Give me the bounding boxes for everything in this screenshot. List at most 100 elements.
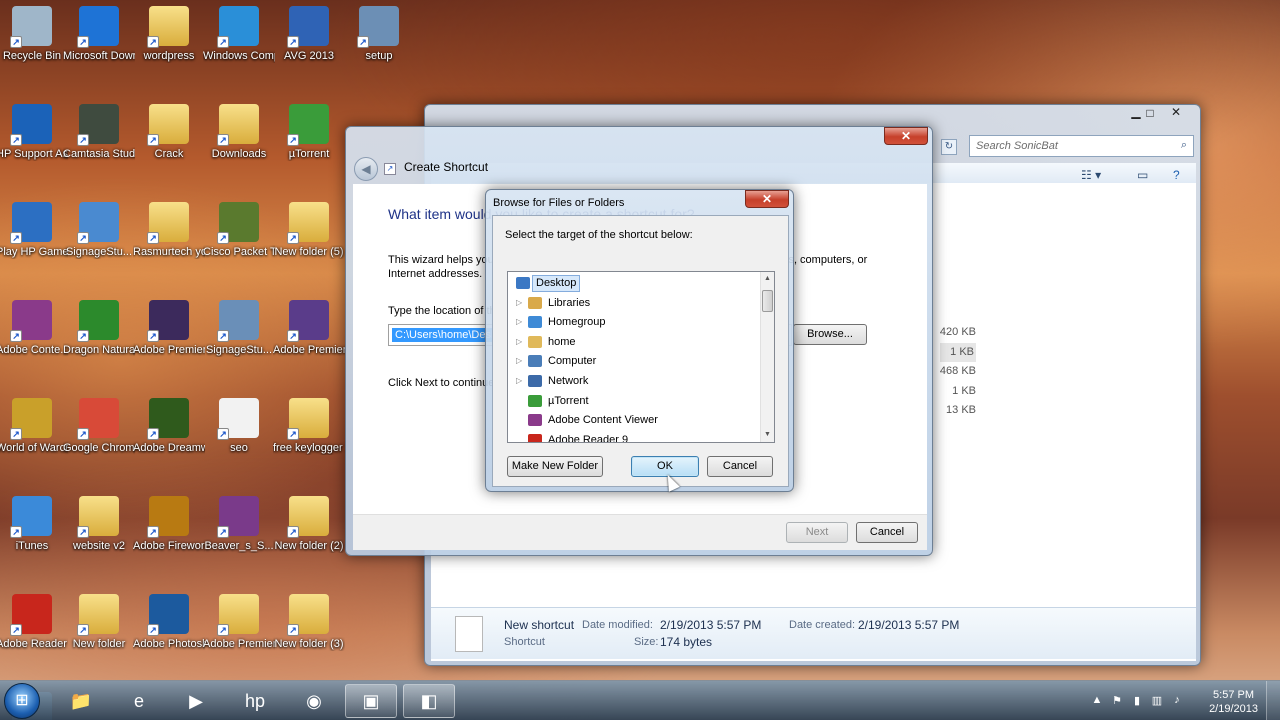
clock[interactable]: 5:57 PM 2/19/2013 xyxy=(1209,688,1258,716)
desktop-icon[interactable]: ↗ SignageStu... xyxy=(63,202,135,259)
desktop-icon[interactable]: ↗ website v2 xyxy=(63,496,135,553)
close-icon[interactable]: ✕ xyxy=(1163,105,1189,123)
view-options-icon[interactable]: ☷ ▾ xyxy=(1081,168,1101,182)
folder-icon: ↗ xyxy=(287,594,329,636)
refresh-icon[interactable]: ↻ xyxy=(941,139,957,155)
show-desktop-button[interactable] xyxy=(1266,681,1280,720)
desktop-icon[interactable]: ↗ Adobe Conte... xyxy=(0,300,68,357)
show-hidden-icons-icon[interactable]: ▲ xyxy=(1090,694,1104,708)
tree-item[interactable]: ▷ home xyxy=(508,333,760,353)
desktop-icon[interactable]: ↗ Microsoft Downlo... xyxy=(63,6,135,63)
desktop-icon[interactable]: ↗ New folder xyxy=(63,594,135,651)
start-button[interactable]: ⊞ xyxy=(4,683,40,719)
desktop-icon[interactable]: ↗ Adobe Premiere P... xyxy=(203,594,275,651)
desktop-icon[interactable]: ↗ Crack xyxy=(133,104,205,161)
wizard-footer: Next Cancel xyxy=(353,514,927,550)
adobe-content-icon: ↗ xyxy=(10,300,52,342)
desktop-icon[interactable]: ↗ Adobe Reader 9 xyxy=(0,594,68,651)
scroll-up-icon[interactable]: ▲ xyxy=(761,272,774,286)
ie-icon[interactable]: e xyxy=(113,684,165,718)
desktop-icon[interactable]: ↗ Adobe Firewor... xyxy=(133,496,205,553)
itunes-icon: ↗ xyxy=(10,496,52,538)
chrome-icon[interactable]: ◉ xyxy=(288,684,340,718)
desktop-icon[interactable]: ↗ Adobe Premiere P... xyxy=(273,300,345,357)
desktop-icon[interactable]: ↗ Dragon NaturallyS... xyxy=(63,300,135,357)
desktop-icon[interactable]: ↗ wordpress xyxy=(133,6,205,63)
desktop-icon[interactable]: ↗ µTorrent xyxy=(273,104,345,161)
desktop-icon[interactable]: ↗ iTunes xyxy=(0,496,68,553)
ok-button[interactable]: OK xyxy=(631,456,699,477)
tree-item[interactable]: Adobe Reader 9 xyxy=(508,431,760,442)
tree-item[interactable]: ▷ Computer xyxy=(508,352,760,372)
desktop-icon[interactable]: ↗ New folder (5) xyxy=(273,202,345,259)
setup-icon: ↗ xyxy=(357,6,399,48)
search-input[interactable]: Search SonicBat ⌕ xyxy=(969,135,1194,157)
volume-icon[interactable]: ♪ xyxy=(1170,694,1184,708)
dragon-icon: ↗ xyxy=(77,300,119,342)
desktop-icon[interactable]: ↗ SignageStu... xyxy=(203,300,275,357)
tree-item[interactable]: Desktop xyxy=(508,274,760,294)
desktop-icon[interactable]: ↗ New folder (3) xyxy=(273,594,345,651)
desktop-icon[interactable]: ↗ Adobe Photoshop... xyxy=(133,594,205,651)
desktop-icon[interactable]: ↗ HP Support Assistant xyxy=(0,104,68,161)
desktop-icon[interactable]: ↗ Cisco Packet Tracer xyxy=(203,202,275,259)
desktop-icon[interactable]: ↗ seo xyxy=(203,398,275,455)
expand-arrow-icon[interactable]: ▷ xyxy=(516,372,522,390)
back-arrow-icon[interactable]: ◀ xyxy=(354,157,378,181)
network-icon[interactable]: ▥ xyxy=(1150,694,1164,708)
action-center-icon[interactable]: ⚑ xyxy=(1110,694,1124,708)
desktop-icon[interactable]: ↗ Windows Compatibi... xyxy=(203,6,275,63)
premiere-icon: ↗ xyxy=(147,300,189,342)
folder-tree[interactable]: Adobe Reader 9 Adobe Content Viewer µTorre… xyxy=(507,271,775,443)
desktop-icon[interactable]: ↗ AVG 2013 xyxy=(273,6,345,63)
desktop-icon[interactable]: ↗ Beaver_s_S... xyxy=(203,496,275,553)
help-icon[interactable]: ? xyxy=(1173,168,1180,182)
desktop-icon-label: Adobe Premiere P... xyxy=(203,638,275,650)
shortcut-arrow-icon: ↗ xyxy=(77,134,89,146)
make-new-folder-button[interactable]: Make New Folder xyxy=(507,456,603,477)
desktop-icon[interactable]: ↗ Google Chrome xyxy=(63,398,135,455)
taskbar: ⊞ 📁 e ▶ hp ◉ ▣ ◧ ▲ ⚑ ▮ ▥ ♪ 5:57 PM 2/19/2013 xyxy=(0,680,1280,720)
desktop-icon xyxy=(516,277,530,289)
desktop-icon[interactable]: ↗ free keylogger 2 xyxy=(273,398,345,455)
camtasia-recorder-icon[interactable]: ◧ xyxy=(403,684,455,718)
desktop-icon[interactable]: ↗ Rasmurtech youtube v... xyxy=(133,202,205,259)
desktop-icon[interactable]: ↗ World of Warcraft xyxy=(0,398,68,455)
desktop-icon[interactable]: ↗ Play HP Games xyxy=(0,202,68,259)
shortcut-arrow-icon: ↗ xyxy=(147,36,159,48)
cancel-button[interactable]: Cancel xyxy=(856,522,918,543)
desktop-icon[interactable]: ↗ Recycle Bin xyxy=(0,6,68,63)
camtasia-icon[interactable]: ▣ xyxy=(345,684,397,718)
close-icon[interactable]: ✕ xyxy=(884,127,928,145)
scroll-thumb[interactable] xyxy=(762,290,773,312)
browse-dialog[interactable]: Browse for Files or Folders ✕ Select the… xyxy=(485,189,794,492)
expand-arrow-icon[interactable]: ▷ xyxy=(516,333,522,351)
desktop-icon[interactable]: ↗ New folder (2) xyxy=(273,496,345,553)
hp-icon[interactable]: hp xyxy=(229,684,281,718)
tree-item[interactable]: ▷ Homegroup xyxy=(508,313,760,333)
expand-arrow-icon[interactable]: ▷ xyxy=(516,313,522,331)
desktop-icon[interactable]: ↗ Adobe Dreamwea... xyxy=(133,398,205,455)
desktop-icon[interactable]: ↗ Adobe Premiere P... xyxy=(133,300,205,357)
desktop-icon[interactable]: ↗ setup xyxy=(343,6,415,63)
desktop-icon[interactable]: ↗ Downloads xyxy=(203,104,275,161)
next-button[interactable]: Next xyxy=(786,522,848,543)
desktop-icon[interactable]: ↗ Camtasia Studio 8 xyxy=(63,104,135,161)
vertical-scrollbar[interactable]: ▲ ▼ xyxy=(760,272,774,442)
cancel-button[interactable]: Cancel xyxy=(707,456,773,477)
maximize-button[interactable]: □ xyxy=(1137,106,1163,124)
expand-arrow-icon[interactable]: ▷ xyxy=(516,294,522,312)
expand-arrow-icon[interactable]: ▷ xyxy=(516,352,522,370)
scroll-down-icon[interactable]: ▼ xyxy=(761,428,774,442)
tree-item[interactable]: µTorrent xyxy=(508,392,760,412)
battery-icon[interactable]: ▮ xyxy=(1130,694,1144,708)
preview-pane-icon[interactable]: ▭ xyxy=(1137,168,1148,182)
dreamweaver-icon: ↗ xyxy=(147,398,189,440)
tree-item[interactable]: ▷ Libraries xyxy=(508,294,760,314)
explorer-folder-icon[interactable]: 📁 xyxy=(55,684,107,718)
close-icon[interactable]: ✕ xyxy=(745,190,789,208)
tree-item[interactable]: Adobe Content Viewer xyxy=(508,411,760,431)
browse-button[interactable]: Browse... xyxy=(793,324,867,345)
tree-item[interactable]: ▷ Network xyxy=(508,372,760,392)
media-player-icon[interactable]: ▶ xyxy=(170,684,222,718)
